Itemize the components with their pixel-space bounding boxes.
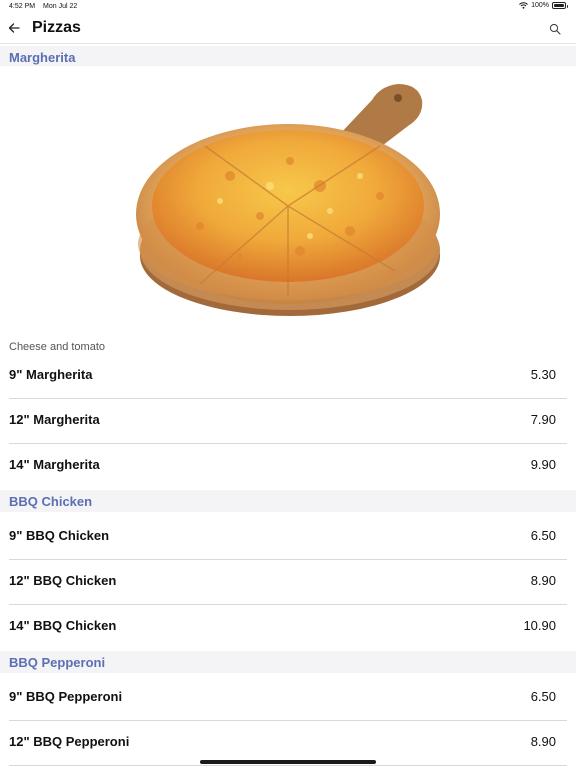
- navigation-bar: Pizzas: [0, 14, 576, 44]
- status-left: 4:52 PM Mon Jul 22: [9, 3, 83, 10]
- section-title: BBQ Chicken: [9, 494, 93, 509]
- item-price: 8.90: [530, 734, 556, 749]
- item-name: 9" BBQ Chicken: [9, 528, 110, 543]
- section-header-bbq-pepperoni: BBQ Pepperoni: [0, 651, 576, 673]
- menu-item-row[interactable]: 14" Margherita 9.90: [0, 444, 576, 489]
- menu-item-row[interactable]: 12" BBQ Chicken 8.90: [0, 560, 576, 605]
- status-time: 4:52 PM: [9, 3, 36, 10]
- search-icon[interactable]: [549, 23, 561, 35]
- menu-item-row[interactable]: 9" BBQ Pepperoni 6.50: [0, 676, 576, 721]
- item-name: 9" Margherita: [9, 367, 93, 382]
- section-description: Cheese and tomato: [9, 341, 106, 353]
- back-arrow-icon[interactable]: [7, 21, 21, 35]
- page-title: Pizzas: [32, 19, 81, 36]
- row-divider: [9, 765, 567, 766]
- pizza-image: [0, 66, 576, 334]
- item-price: 5.30: [530, 367, 556, 382]
- status-right: 100%: [519, 2, 568, 9]
- item-name: 12" BBQ Pepperoni: [9, 734, 130, 749]
- item-price: 8.90: [530, 573, 556, 588]
- section-header-bbq-chicken: BBQ Chicken: [0, 490, 576, 512]
- item-name: 14" BBQ Chicken: [9, 618, 117, 633]
- item-price: 10.90: [523, 618, 556, 633]
- wifi-icon: [519, 2, 528, 9]
- menu-item-row[interactable]: 9" Margherita 5.30: [0, 354, 576, 399]
- section-title: Margherita: [9, 50, 76, 65]
- menu-item-row[interactable]: 14" BBQ Chicken 10.90: [0, 605, 576, 650]
- pizza-illustration: [136, 84, 440, 316]
- item-name: 12" BBQ Chicken: [9, 573, 117, 588]
- item-price: 6.50: [530, 528, 556, 543]
- item-name: 9" BBQ Pepperoni: [9, 689, 123, 704]
- battery-icon: [552, 2, 568, 9]
- section-header-margherita: Margherita: [0, 46, 576, 68]
- battery-fill: [554, 4, 564, 7]
- section-title: BBQ Pepperoni: [9, 655, 106, 670]
- status-date: Mon Jul 22: [43, 3, 78, 10]
- battery-percent: 100%: [531, 2, 549, 9]
- item-price: 9.90: [530, 457, 556, 472]
- item-price: 6.50: [530, 689, 556, 704]
- menu-item-row[interactable]: 12" Margherita 7.90: [0, 399, 576, 444]
- home-indicator[interactable]: [200, 760, 376, 764]
- item-name: 14" Margherita: [9, 457, 100, 472]
- status-bar: 4:52 PM Mon Jul 22 100%: [0, 0, 576, 14]
- item-price: 7.90: [530, 412, 556, 427]
- menu-item-row[interactable]: 9" BBQ Chicken 6.50: [0, 515, 576, 560]
- item-name: 12" Margherita: [9, 412, 100, 427]
